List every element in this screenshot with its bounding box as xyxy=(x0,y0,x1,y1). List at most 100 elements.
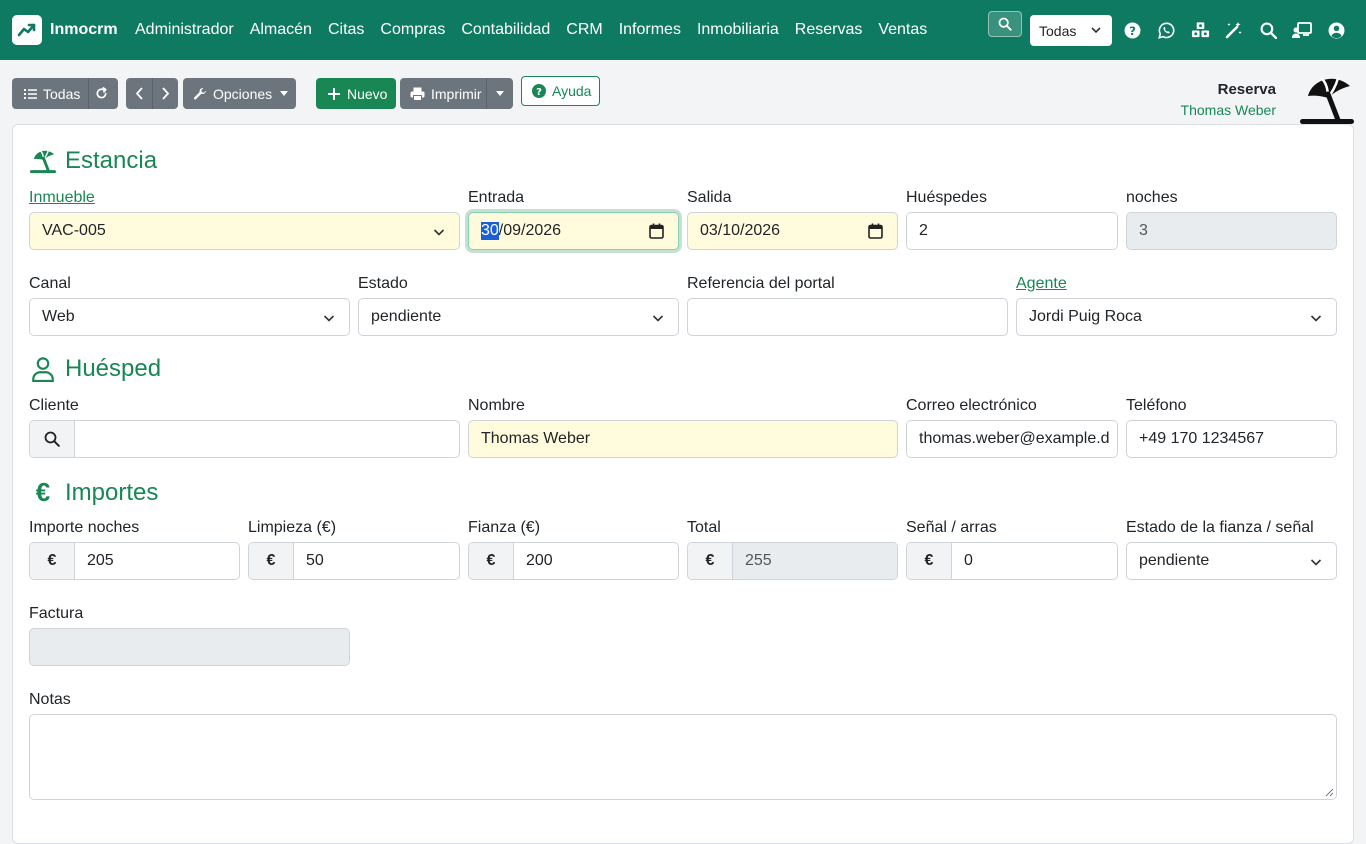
email-input[interactable]: thomas.weber@example.d xyxy=(906,420,1118,458)
channel-select[interactable]: Web xyxy=(29,298,350,336)
field-channel: Canal Web xyxy=(29,274,350,336)
new-label: Nuevo xyxy=(347,85,388,102)
menu-item-almacen[interactable]: Almacén xyxy=(250,21,312,39)
guests-label: Huéspedes xyxy=(906,189,987,206)
euro-addon: € xyxy=(469,543,514,579)
notes-textarea[interactable] xyxy=(29,714,1337,800)
field-client: Cliente xyxy=(29,396,460,458)
phone-input[interactable]: +49 170 1234567 xyxy=(1126,420,1337,458)
menu-item-crm[interactable]: CRM xyxy=(566,21,602,39)
chalkboard-user-icon[interactable] xyxy=(1290,18,1314,42)
company-select[interactable]: Todas xyxy=(1030,15,1112,46)
nights-amount-value: 205 xyxy=(87,552,114,569)
menu-item-informes[interactable]: Informes xyxy=(619,21,681,39)
checkout-date-input[interactable]: 03/10/2026 xyxy=(687,212,898,250)
calendar-icon[interactable] xyxy=(649,223,664,239)
top-navbar: Inmocrm Administrador Almacén Citas Comp… xyxy=(0,0,1366,60)
button-separator xyxy=(486,78,487,109)
brand-name: Inmocrm xyxy=(50,21,118,38)
cleaning-input[interactable]: € 50 xyxy=(248,542,460,580)
print-button[interactable]: Imprimir xyxy=(400,78,513,109)
section-amounts: € Importes xyxy=(29,477,159,508)
nights-amount-label: Importe noches xyxy=(29,519,140,536)
list-all-button[interactable]: Todas xyxy=(12,78,118,109)
brand[interactable]: Inmocrm xyxy=(12,15,118,45)
print-icon xyxy=(410,87,425,101)
agent-label[interactable]: Agente xyxy=(1016,274,1337,294)
nav-search-button[interactable] xyxy=(988,11,1022,37)
menu-item-inmobiliaria[interactable]: Inmobiliaria xyxy=(697,21,779,39)
calendar-icon[interactable] xyxy=(868,223,883,239)
caret-down-icon[interactable] xyxy=(496,91,504,96)
options-label: Opciones xyxy=(213,85,273,102)
field-name: Nombre Thomas Weber xyxy=(468,396,898,458)
chevron-down-icon xyxy=(433,229,445,236)
guests-input[interactable]: 2 xyxy=(906,212,1118,250)
section-guest: Huésped xyxy=(29,355,161,383)
portal-reference-label: Referencia del portal xyxy=(687,275,835,292)
channel-label: Canal xyxy=(29,275,71,292)
help-button[interactable]: ? Ayuda xyxy=(521,76,600,106)
property-select[interactable]: VAC-005 xyxy=(29,212,460,250)
chart-line-icon xyxy=(12,15,42,45)
client-search-input[interactable] xyxy=(29,420,460,458)
total-value: 255 xyxy=(733,543,897,579)
caret-down-icon xyxy=(280,91,289,96)
field-email: Correo electrónico thomas.weber@example.… xyxy=(906,396,1118,458)
invoice-input xyxy=(29,628,350,666)
status-select[interactable]: pendiente xyxy=(358,298,679,336)
chevron-left-icon[interactable] xyxy=(135,87,144,100)
menu-item-citas[interactable]: Citas xyxy=(328,21,364,39)
chevron-right-icon[interactable] xyxy=(161,87,170,100)
guests-value: 2 xyxy=(919,222,928,239)
euro-addon: € xyxy=(249,543,294,579)
chevron-down-icon xyxy=(652,315,664,322)
email-value: thomas.weber@example.d xyxy=(919,430,1110,447)
refresh-icon[interactable] xyxy=(95,87,108,100)
status-value: pendiente xyxy=(371,308,442,325)
agent-select[interactable]: Jordi Puig Roca xyxy=(1016,298,1337,336)
search-icon[interactable] xyxy=(1256,18,1280,42)
field-cleaning: Limpieza (€) € 50 xyxy=(248,518,460,580)
menu-item-contabilidad[interactable]: Contabilidad xyxy=(461,21,550,39)
client-search-addon[interactable] xyxy=(30,421,75,457)
signal-input[interactable]: € 0 xyxy=(906,542,1118,580)
checkin-date-input[interactable]: 30/09/2026 xyxy=(468,212,679,250)
list-icon xyxy=(24,88,37,99)
property-value: VAC-005 xyxy=(42,222,106,239)
name-input[interactable]: Thomas Weber xyxy=(468,420,898,458)
cleaning-value: 50 xyxy=(306,552,324,569)
name-value: Thomas Weber xyxy=(481,430,591,447)
user-circle-icon[interactable] xyxy=(1324,18,1348,42)
field-guests: Huéspedes 2 xyxy=(906,188,1118,250)
field-notes: Notas xyxy=(29,690,1337,800)
signal-value: 0 xyxy=(964,552,973,569)
new-button[interactable]: Nuevo xyxy=(316,78,396,109)
nights-amount-input[interactable]: € 205 xyxy=(29,542,240,580)
button-separator xyxy=(152,78,153,109)
total-input: € 255 xyxy=(687,542,898,580)
help-icon[interactable]: ? xyxy=(1120,18,1144,42)
menu-item-compras[interactable]: Compras xyxy=(380,21,445,39)
main-menu: Administrador Almacén Citas Compras Cont… xyxy=(135,0,943,60)
portal-reference-input[interactable] xyxy=(687,298,1008,336)
resize-handle-icon[interactable] xyxy=(1324,787,1334,797)
options-dropdown-button[interactable]: Opciones xyxy=(183,78,296,109)
cubes-icon[interactable] xyxy=(1188,18,1212,42)
search-icon xyxy=(44,431,60,447)
field-deposit-status: Estado de la fianza / señal pendiente xyxy=(1126,518,1337,580)
menu-item-administrador[interactable]: Administrador xyxy=(135,21,234,39)
checkin-day-segment[interactable]: 30 xyxy=(481,222,499,240)
euro-addon: € xyxy=(30,543,75,579)
field-checkout: Salida 03/10/2026 xyxy=(687,188,898,250)
deposit-label: Fianza (€) xyxy=(468,519,541,536)
deposit-status-select[interactable]: pendiente xyxy=(1126,542,1337,580)
whatsapp-icon[interactable] xyxy=(1154,18,1178,42)
checkin-label: Entrada xyxy=(468,189,525,206)
menu-item-ventas[interactable]: Ventas xyxy=(878,21,927,39)
property-label[interactable]: Inmueble xyxy=(29,188,460,208)
deposit-input[interactable]: € 200 xyxy=(468,542,679,580)
deposit-status-value: pendiente xyxy=(1139,552,1210,569)
menu-item-reservas[interactable]: Reservas xyxy=(795,21,863,39)
magic-wand-icon[interactable] xyxy=(1222,18,1246,42)
